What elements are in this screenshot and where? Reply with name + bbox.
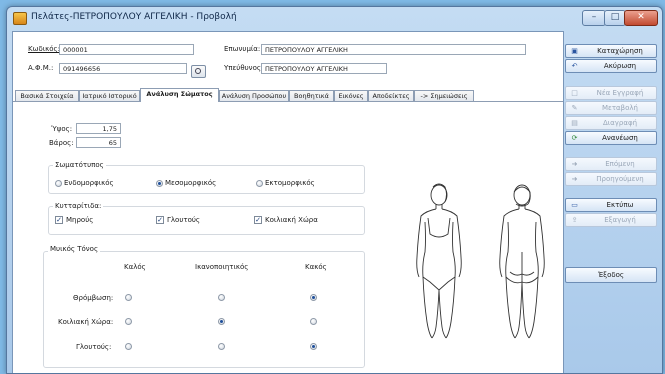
edit-button[interactable]: ✎ Μεταβολή xyxy=(565,101,657,115)
tone-row-thrombosis-label: Θρόμβωση: xyxy=(73,294,114,302)
new-record-icon: □ xyxy=(571,89,578,97)
app-icon xyxy=(13,12,27,25)
tab-images[interactable]: Εικόνες xyxy=(334,90,368,101)
minimize-button[interactable]: – xyxy=(582,10,606,26)
export-icon: ⇪ xyxy=(571,216,578,224)
afm-field[interactable]: 091496656 xyxy=(59,63,187,74)
client-area: Κωδικός: 000001 Επωνυμία: ΠΕΤΡΟΠΟΥΛΟΥ ΑΓ… xyxy=(12,31,564,373)
window-title: Πελάτες-ΠΕΤΡΟΠΟΥΛΟΥ ΑΓΓΕΛΙΚΗ - Προβολή xyxy=(31,12,237,22)
tab-face-analysis[interactable]: Ανάλυση Προσώπου xyxy=(219,90,289,101)
afm-label: Α.Φ.Μ.: xyxy=(28,64,54,72)
tone-col-satisfactory: Ικανοποιητικός xyxy=(195,263,249,271)
maximize-button[interactable]: □ xyxy=(604,10,626,26)
refresh-icon: ⟳ xyxy=(571,134,578,142)
save-icon: ▣ xyxy=(571,47,578,55)
cellulite-thighs-label: Μηρούς xyxy=(66,216,94,224)
lookup-icon[interactable] xyxy=(191,65,206,78)
tab-receipts[interactable]: Αποδείκτες xyxy=(368,90,414,101)
edit-icon: ✎ xyxy=(571,104,578,112)
print-button[interactable]: ▭ Εκτύπω xyxy=(565,198,657,212)
tone-row-abdomen-label: Κοιλιακή Χώρα: xyxy=(58,318,114,326)
tab-notes[interactable]: -> Σημειώσεις xyxy=(414,90,474,101)
body-back-figure xyxy=(499,184,545,339)
tone-glutes-good-radio[interactable] xyxy=(125,343,132,350)
cellulite-title: Κυτταρίτιδα: xyxy=(53,202,104,210)
body-front-figure xyxy=(416,183,462,339)
delete-icon: ▤ xyxy=(571,119,578,127)
somatotype-mesomorph-label: Μεσομορφικός xyxy=(165,179,217,187)
export-button[interactable]: ⇪ Εξαγωγή xyxy=(565,213,657,227)
tone-col-good: Καλός xyxy=(124,263,146,271)
cellulite-abdomen-label: Κοιλιακή Χώρα xyxy=(265,216,318,224)
new-record-button[interactable]: □ Νέα Εγγραφή xyxy=(565,86,657,100)
tone-thrombosis-bad-radio[interactable] xyxy=(310,294,317,301)
tone-glutes-bad-radio[interactable] xyxy=(310,343,317,350)
tone-abdomen-satisfactory-radio[interactable] xyxy=(218,318,225,325)
tab-medical-history[interactable]: Ιατρικό Ιστορικό xyxy=(79,90,140,101)
close-button[interactable]: ✕ xyxy=(624,10,658,26)
somatotype-endomorph-label: Ενδομορφικός xyxy=(64,179,114,187)
tone-abdomen-good-radio[interactable] xyxy=(125,318,132,325)
responsible-field[interactable]: ΠΕΤΡΟΠΟΥΛΟΥ ΑΓΓΕΛΙΚΗ xyxy=(261,63,387,74)
responsible-label: Υπεύθυνος: xyxy=(224,64,264,72)
exit-button[interactable]: Έξοδος xyxy=(565,267,657,283)
code-field[interactable]: 000001 xyxy=(59,44,194,55)
tone-thrombosis-satisfactory-radio[interactable] xyxy=(218,294,225,301)
print-icon: ▭ xyxy=(571,201,578,209)
previous-icon: ➜ xyxy=(571,175,578,183)
name-field[interactable]: ΠΕΤΡΟΠΟΥΛΟΥ ΑΓΓΕΛΙΚΗ xyxy=(261,44,526,55)
previous-button[interactable]: ➜ Προηγούμενη xyxy=(565,172,657,186)
tab-auxiliary[interactable]: Βοηθητικά xyxy=(289,90,334,101)
muscle-tone-title: Μυικός Τόνος xyxy=(48,245,101,253)
tone-col-bad: Κακός xyxy=(305,263,327,271)
next-button[interactable]: ➜ Επόμενη xyxy=(565,157,657,171)
delete-button[interactable]: ▤ Διαγραφή xyxy=(565,116,657,130)
cellulite-abdomen-checkbox[interactable]: ✓ xyxy=(254,216,262,224)
tab-body-analysis[interactable]: Ανάλυση Σώματος xyxy=(140,88,219,102)
tab-divider xyxy=(13,101,563,102)
save-button[interactable]: ▣ Καταχώρηση xyxy=(565,44,657,58)
undo-icon: ↶ xyxy=(571,62,578,70)
height-field[interactable]: 1,75 xyxy=(76,123,121,134)
tone-thrombosis-good-radio[interactable] xyxy=(125,294,132,301)
title-bar[interactable]: Πελάτες-ΠΕΤΡΟΠΟΥΛΟΥ ΑΓΓΕΛΙΚΗ - Προβολή –… xyxy=(7,7,662,29)
cellulite-glutes-label: Γλουτούς xyxy=(167,216,201,224)
cellulite-thighs-checkbox[interactable]: ✓ xyxy=(55,216,63,224)
somatotype-mesomorph-radio[interactable] xyxy=(156,180,163,187)
somatotype-ectomorph-label: Εκτομορφικός xyxy=(265,179,315,187)
cellulite-glutes-checkbox[interactable]: ✓ xyxy=(156,216,164,224)
somatotype-endomorph-radio[interactable] xyxy=(55,180,62,187)
refresh-button[interactable]: ⟳ Ανανέωση xyxy=(565,131,657,145)
somatotype-title: Σωματότυπος xyxy=(53,161,106,169)
somatotype-ectomorph-radio[interactable] xyxy=(256,180,263,187)
code-label: Κωδικός: xyxy=(28,45,60,53)
tone-abdomen-bad-radio[interactable] xyxy=(310,318,317,325)
height-label: Ύψος: xyxy=(51,125,73,133)
cancel-button[interactable]: ↶ Ακύρωση xyxy=(565,59,657,73)
next-icon: ➜ xyxy=(571,160,578,168)
weight-field[interactable]: 65 xyxy=(76,137,121,148)
name-label: Επωνυμία: xyxy=(224,45,261,53)
tone-row-glutes-label: Γλουτούς: xyxy=(76,343,112,351)
customer-window: Πελάτες-ΠΕΤΡΟΠΟΥΛΟΥ ΑΓΓΕΛΙΚΗ - Προβολή –… xyxy=(6,6,663,374)
tone-glutes-satisfactory-radio[interactable] xyxy=(218,343,225,350)
action-panel: ▣ Καταχώρηση ↶ Ακύρωση □ Νέα Εγγραφή ✎ Μεταβ… xyxy=(565,31,658,373)
tab-basic-info[interactable]: Βασικά Στοιχεία xyxy=(15,90,79,101)
weight-label: Βάρος: xyxy=(49,139,74,147)
tab-strip: Βασικά Στοιχεία Ιατρικό Ιστορικό Ανάλυση… xyxy=(13,88,563,102)
